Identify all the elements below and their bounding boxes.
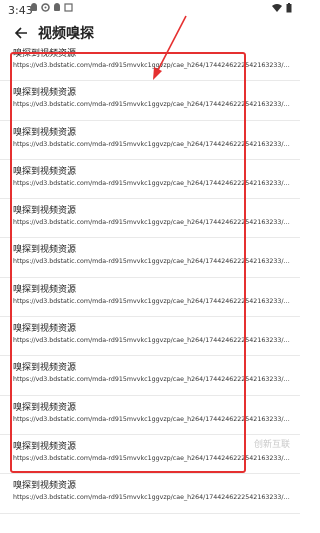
item-title: 嗅探到视频资源 [13, 166, 77, 177]
list-item[interactable]: 嗅探到视频资源 https://vd3.bdstatic.com/mda-rd91… [0, 238, 300, 278]
wifi-icon [272, 4, 282, 12]
list-item[interactable]: 嗅探到视频资源 https://vd3.bdstatic.com/mda-rd91… [0, 474, 300, 514]
item-url: https://vd3.bdstatic.com/mda-rd915mvvkc1… [13, 62, 293, 69]
android-icon [31, 3, 37, 11]
item-url: https://vd3.bdstatic.com/mda-rd915mvvkc1… [13, 297, 293, 305]
item-url: https://vd3.bdstatic.com/mda-rd915mvvkc1… [13, 337, 293, 345]
page-title: 视频嗅探 [38, 26, 94, 42]
list-item[interactable]: 嗅探到视频资源 https://vd3.bdstatic.com/mda-rd91… [0, 317, 300, 357]
item-url: https://vd3.bdstatic.com/mda-rd915mvvkc1… [13, 494, 293, 502]
back-button[interactable] [10, 22, 32, 44]
arrow-left-icon [14, 27, 27, 39]
item-url: https://vd3.bdstatic.com/mda-rd915mvvkc1… [13, 179, 293, 187]
item-url: https://vd3.bdstatic.com/mda-rd915mvvkc1… [13, 219, 293, 227]
watermark: 创新互联 [253, 440, 290, 450]
item-title: 嗅探到视频资源 [13, 284, 77, 295]
item-title: 嗅探到视频资源 [13, 206, 77, 217]
list-item[interactable]: 嗅探到视频资源 https://vd3.bdstatic.com/mda-rd91… [0, 278, 300, 318]
screen-record-icon [64, 3, 73, 12]
item-url: https://vd3.bdstatic.com/mda-rd915mvvkc1… [13, 454, 293, 462]
item-title: 嗅探到视频资源 [13, 363, 77, 374]
list-item[interactable]: 嗅探到视频资源 https://vd3.bdstatic.com/mda-rd91… [0, 396, 300, 435]
list-item[interactable]: 嗅探到视频资源 https://vd3.bdstatic.com/mda-rd91… [0, 42, 300, 82]
list-item[interactable]: 嗅探到视频资源 https://vd3.bdstatic.com/mda-rd91… [0, 81, 300, 121]
list-item[interactable]: 嗅探到视频资源 https://vd3.bdstatic.com/mda-rd91… [0, 160, 300, 200]
gear-icon [41, 3, 50, 12]
item-url: https://vd3.bdstatic.com/mda-rd915mvvkc1… [13, 258, 293, 266]
list-item[interactable]: 嗅探到视频资源 https://vd3.bdstatic.com/mda-rd91… [0, 199, 300, 239]
item-title: 嗅探到视频资源 [13, 127, 77, 138]
item-url: https://vd3.bdstatic.com/mda-rd915mvvkc1… [13, 376, 293, 384]
item-url: https://vd3.bdstatic.com/mda-rd915mvvkc1… [13, 101, 293, 109]
list-item[interactable]: 嗅探到视频资源 https://vd3.bdstatic.com/mda-rd91… [0, 121, 300, 160]
status-right-icons [272, 3, 292, 13]
item-title: 嗅探到视频资源 [13, 324, 77, 335]
item-url: https://vd3.bdstatic.com/mda-rd915mvvkc1… [13, 140, 293, 148]
item-title: 嗅探到视频资源 [13, 481, 77, 492]
android-icon [54, 3, 60, 11]
item-title: 嗅探到视频资源 [13, 441, 77, 452]
status-left-icons [30, 3, 73, 12]
item-url: https://vd3.bdstatic.com/mda-rd915mvvkc1… [13, 415, 293, 423]
list-item[interactable]: 嗅探到视频资源 https://vd3.bdstatic.com/mda-rd91… [0, 356, 300, 396]
status-time: 3:43 [8, 4, 33, 17]
item-title: 嗅探到视频资源 [13, 88, 77, 99]
battery-icon [286, 3, 292, 13]
item-title: 嗅探到视频资源 [13, 245, 77, 256]
status-bar: 3:43 [0, 0, 300, 20]
item-title: 嗅探到视频资源 [13, 49, 77, 59]
item-title: 嗅探到视频资源 [13, 402, 77, 413]
